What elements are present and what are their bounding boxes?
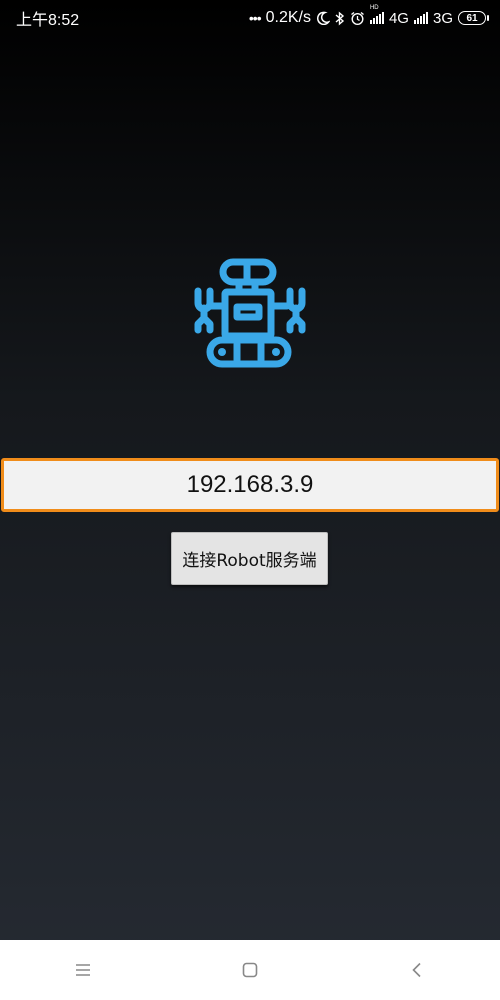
- bluetooth-icon: [335, 10, 345, 26]
- status-icons: ••• 0.2K/s HD 4G 3G 61: [248, 5, 489, 27]
- signal-icon: HD: [369, 5, 384, 24]
- signal-icon: [413, 12, 428, 24]
- hd-label: HD: [369, 5, 379, 11]
- moon-icon: [316, 11, 330, 25]
- ip-address-input[interactable]: [1, 458, 499, 512]
- navigation-bar: [0, 940, 500, 1000]
- network-type-2: 3G: [432, 9, 453, 27]
- back-icon[interactable]: [387, 940, 447, 1000]
- battery-indicator: 61: [458, 11, 489, 25]
- network-speed: 0.2K/s: [265, 9, 311, 26]
- robot-icon: [191, 258, 309, 370]
- status-bar: 上午8:52 ••• 0.2K/s HD 4G 3G 61: [0, 0, 500, 36]
- menu-icon[interactable]: [53, 940, 113, 1000]
- alarm-icon: [350, 11, 365, 26]
- home-square-icon[interactable]: [220, 940, 280, 1000]
- status-time: 上午8:52: [16, 12, 80, 29]
- connect-robot-server-button[interactable]: 连接Robot服务端: [171, 532, 328, 585]
- network-type-1: 4G: [388, 9, 409, 27]
- status-dots: •••: [248, 10, 262, 26]
